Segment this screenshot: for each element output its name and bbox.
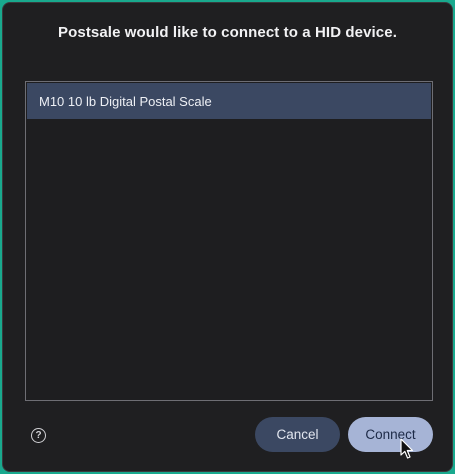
- device-list-item[interactable]: M10 10 lb Digital Postal Scale: [27, 83, 431, 119]
- dialog-title: Postsale would like to connect to a HID …: [58, 24, 397, 41]
- connect-button[interactable]: Connect: [348, 417, 433, 452]
- hid-permission-dialog: Postsale would like to connect to a HID …: [2, 2, 453, 472]
- mouse-pointer-icon: [400, 438, 414, 459]
- device-label: M10 10 lb Digital Postal Scale: [39, 93, 212, 109]
- help-glyph: ?: [35, 429, 42, 441]
- cancel-button[interactable]: Cancel: [255, 417, 340, 452]
- help-circle-icon[interactable]: ?: [31, 428, 46, 443]
- device-list[interactable]: M10 10 lb Digital Postal Scale: [25, 81, 433, 401]
